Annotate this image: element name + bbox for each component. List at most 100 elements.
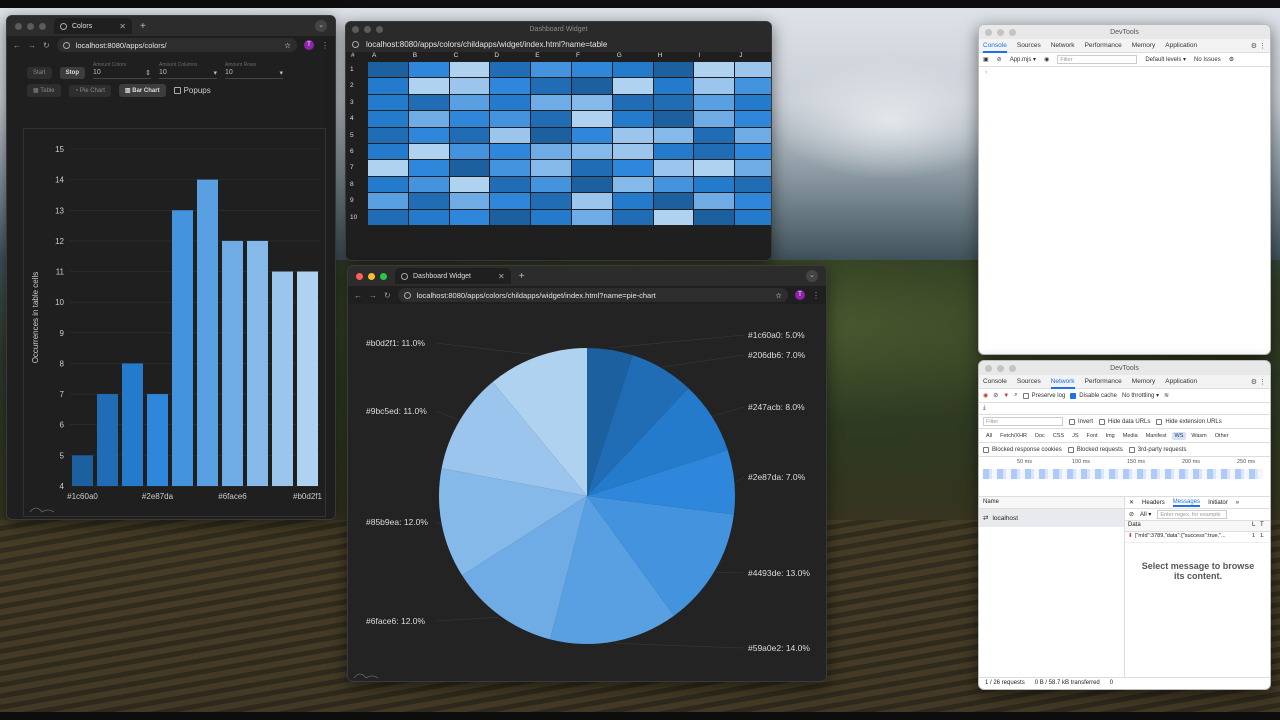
checkbox-box[interactable]	[1067, 446, 1074, 453]
table-cell[interactable]	[612, 78, 653, 94]
reload-icon[interactable]: ↻	[384, 291, 391, 300]
pie-chart-view-button[interactable]: ◔ Pie Chart	[68, 84, 111, 97]
bar-2e87da[interactable]	[147, 394, 168, 486]
column-header[interactable]: D	[494, 52, 499, 61]
type-filter-img[interactable]: Img	[1103, 432, 1118, 440]
column-header[interactable]: F	[576, 52, 580, 61]
filter-funnel-icon[interactable]: ▼	[1003, 393, 1009, 399]
table-cell[interactable]	[531, 62, 571, 78]
checkbox-box[interactable]	[1099, 418, 1106, 425]
table-cell[interactable]	[612, 209, 653, 225]
column-header[interactable]: B	[413, 52, 417, 61]
record-icon[interactable]: ◉	[983, 392, 988, 399]
table-cell[interactable]	[531, 144, 571, 160]
zoom-dot[interactable]	[380, 272, 387, 280]
site-info-icon[interactable]	[62, 41, 70, 49]
table-cell[interactable]	[572, 127, 612, 143]
checkbox-box[interactable]	[1022, 392, 1029, 399]
table-cell[interactable]	[735, 193, 771, 209]
table-cell[interactable]	[531, 111, 571, 127]
eye-icon[interactable]: ◉	[1044, 56, 1049, 63]
tab-search-icon[interactable]: ⌄	[315, 20, 327, 32]
table-cell[interactable]	[653, 78, 694, 94]
table-cell[interactable]	[572, 193, 612, 209]
close-panel-icon[interactable]: ✕	[1129, 499, 1134, 506]
checkbox-box[interactable]	[1069, 418, 1075, 425]
checkbox-box[interactable]	[1156, 418, 1163, 425]
type-filter-js[interactable]: JS	[1069, 432, 1081, 440]
table-cell[interactable]	[612, 127, 653, 143]
clear-console-icon[interactable]: ⊘	[997, 56, 1002, 63]
site-info-icon[interactable]	[352, 40, 359, 48]
tab-headers[interactable]: Headers	[1142, 500, 1165, 506]
table-cell[interactable]	[531, 78, 571, 94]
table-cell[interactable]	[572, 78, 612, 94]
table-cell[interactable]	[449, 209, 490, 225]
table-cell[interactable]	[694, 176, 735, 193]
tab-application[interactable]: Application	[1165, 378, 1197, 385]
table-cell[interactable]	[368, 176, 408, 193]
type-filter-all[interactable]: All	[983, 432, 995, 440]
length-column-header[interactable]: L	[1252, 522, 1260, 530]
row-header[interactable]: 1	[350, 66, 354, 73]
tab-console[interactable]: Console	[983, 378, 1007, 385]
stepper-icon[interactable]: ⇕	[145, 69, 151, 77]
console-prompt-icon[interactable]: ›	[979, 67, 1270, 78]
tab-performance[interactable]: Performance	[1085, 378, 1122, 385]
zoom-dot[interactable]	[39, 22, 46, 30]
request-row[interactable]: ⇄ localhost	[979, 509, 1124, 527]
bookmark-star-icon[interactable]: ☆	[775, 291, 782, 300]
blocked-cookies-checkbox[interactable]: Blocked response cookies	[983, 446, 1062, 453]
table-cell[interactable]	[449, 160, 490, 176]
table-cell[interactable]	[572, 209, 612, 225]
bar-6face6[interactable]	[222, 240, 243, 486]
invert-checkbox[interactable]: Invert	[1069, 418, 1093, 425]
message-row[interactable]: ⬇ {"mId":3789,"data":{"success":true,"..…	[1125, 532, 1270, 543]
back-icon[interactable]: ←	[354, 291, 362, 300]
table-cell[interactable]	[449, 111, 490, 127]
table-cell[interactable]	[368, 160, 408, 176]
tab-network[interactable]: Network	[1050, 375, 1075, 389]
table-cell[interactable]	[408, 62, 449, 78]
table-cell[interactable]	[490, 160, 531, 176]
console-filter-input[interactable]: Filter	[1057, 55, 1138, 64]
table-cell[interactable]	[735, 62, 771, 78]
table-cell[interactable]	[408, 209, 449, 225]
table-cell[interactable]	[572, 144, 612, 160]
table-cell[interactable]	[653, 94, 694, 111]
row-header[interactable]: 6	[350, 148, 354, 155]
table-cell[interactable]	[449, 144, 490, 160]
table-cell[interactable]	[531, 94, 571, 111]
table-cell[interactable]	[449, 94, 490, 111]
preserve-log-checkbox[interactable]: Preserve log	[1022, 392, 1065, 399]
table-cell[interactable]	[490, 193, 531, 209]
network-filter-input[interactable]: Filter	[983, 417, 1063, 426]
table-cell[interactable]	[653, 62, 694, 78]
row-header[interactable]: 10	[350, 214, 357, 221]
dropdown-arrow-icon[interactable]: ▾	[214, 69, 218, 77]
dropdown-arrow-icon[interactable]: ▾	[280, 69, 284, 77]
row-header[interactable]: 8	[350, 181, 354, 188]
new-tab-icon[interactable]: +	[519, 271, 525, 282]
sidebar-toggle-icon[interactable]: ▣	[983, 56, 989, 63]
table-cell[interactable]	[449, 127, 490, 143]
table-cell[interactable]	[612, 193, 653, 209]
type-filter-other[interactable]: Other	[1212, 432, 1232, 440]
table-cell[interactable]	[490, 127, 531, 143]
table-cell[interactable]	[653, 160, 694, 176]
table-cell[interactable]	[694, 111, 735, 127]
settings-gear-icon[interactable]: ⚙ ⋮	[1251, 42, 1266, 50]
type-filter-fetchxhr[interactable]: Fetch/XHR	[997, 432, 1030, 440]
type-filter-media[interactable]: Media	[1120, 432, 1141, 440]
bar-b0d2f1[interactable]	[297, 271, 318, 486]
table-cell[interactable]	[408, 193, 449, 209]
messages-filter-select[interactable]: All ▾	[1140, 511, 1151, 518]
tab-dashboard-widget[interactable]: Dashboard Widget ✕	[395, 268, 511, 284]
table-cell[interactable]	[408, 176, 449, 193]
row-header[interactable]: 2	[350, 82, 354, 89]
table-cell[interactable]	[735, 160, 771, 176]
table-cell[interactable]	[612, 176, 653, 193]
tab-memory[interactable]: Memory	[1132, 378, 1155, 385]
type-filter-font[interactable]: Font	[1084, 432, 1101, 440]
table-cell[interactable]	[735, 111, 771, 127]
